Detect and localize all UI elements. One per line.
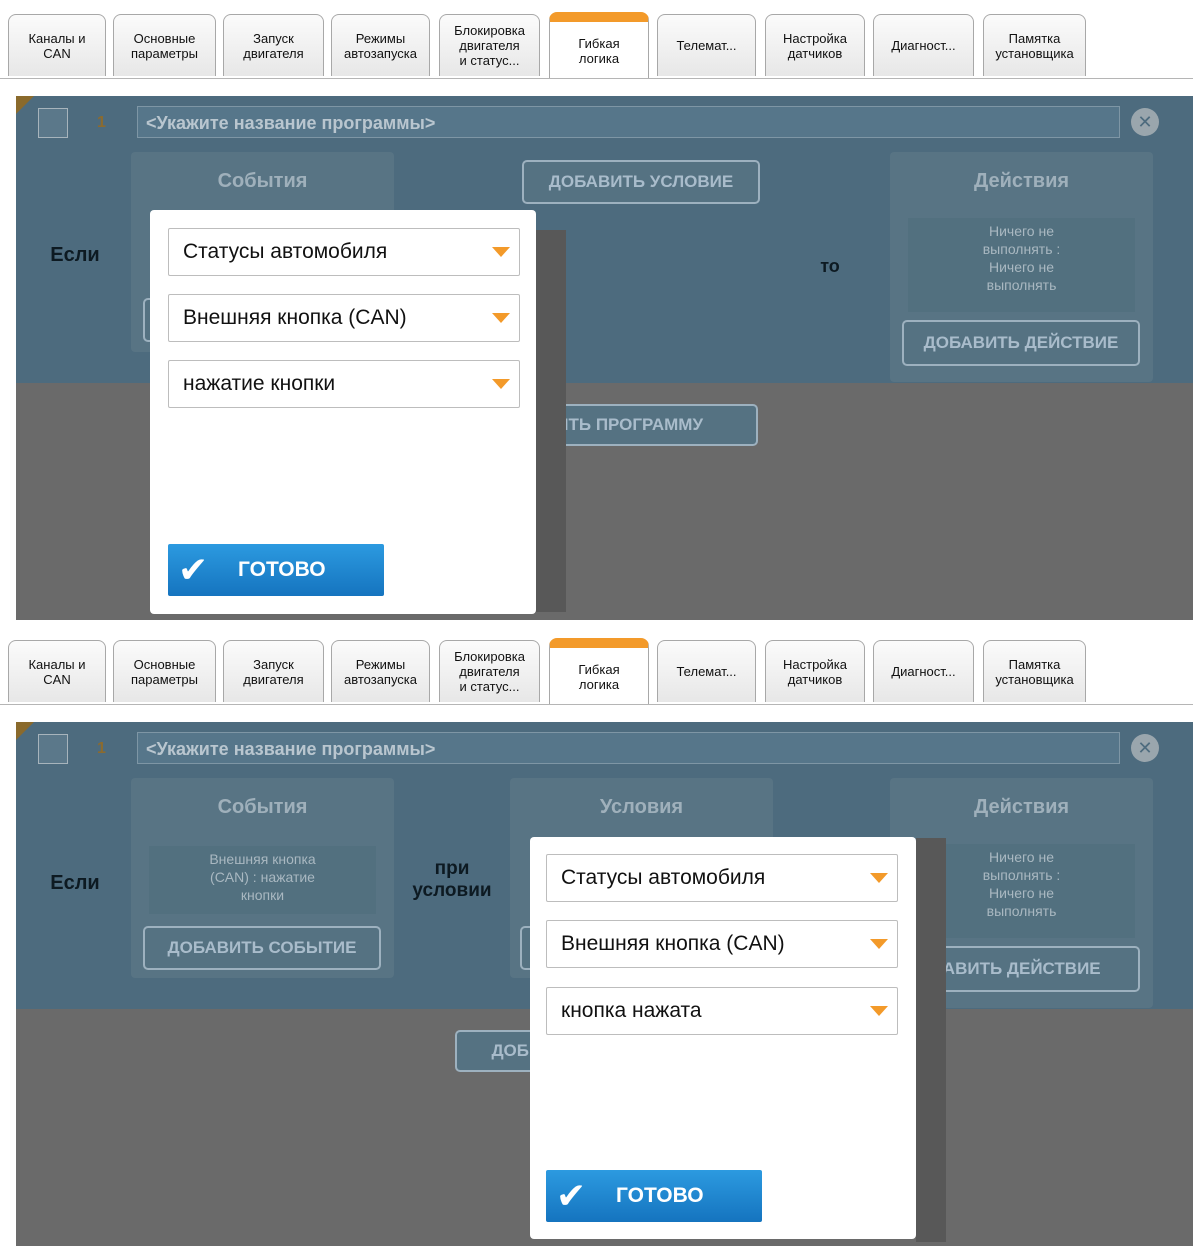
corner-marker: [16, 722, 34, 740]
done-button-label: ГОТОВО: [238, 558, 326, 581]
source-select-value: Внешняя кнопка (CAN): [561, 932, 785, 955]
done-button[interactable]: ✔ ГОТОВО: [168, 544, 384, 596]
program-checkbox[interactable]: [38, 734, 68, 764]
condition-dialog: Статусы автомобиля Внешняя кнопка (CAN) …: [530, 837, 916, 1239]
add-action-button[interactable]: ДОБАВИТЬ ДЕЙСТВИЕ: [902, 320, 1140, 366]
actions-header: Действия: [973, 796, 1070, 818]
tab-flex-logic[interactable]: Гибкая логика: [549, 12, 649, 79]
done-button[interactable]: ✔ ГОТОВО: [546, 1170, 762, 1222]
program-name-input[interactable]: <Укажите название программы>: [137, 106, 1120, 138]
events-header: События: [217, 796, 308, 818]
dropdown-arrow-icon: [870, 873, 888, 883]
screenshot-top: Каналы и CAN Основные параметры Запуск д…: [0, 0, 1193, 620]
add-program-button[interactable]: ДОБ: [455, 1030, 531, 1072]
checkmark-icon: ✔: [556, 1175, 587, 1216]
add-event-button[interactable]: ДОБАВИТЬ СОБЫТИЕ: [143, 926, 381, 970]
add-action-button[interactable]: ОБАВИТЬ ДЕЙСТВИЕ: [916, 946, 1140, 992]
conditions-header: Условия: [599, 796, 684, 818]
tab-autostart-modes[interactable]: Режимы автозапуска: [331, 640, 430, 702]
tab-engine-start[interactable]: Запуск двигателя: [223, 640, 324, 702]
tab-engine-lock[interactable]: Блокировка двигателя и статус...: [439, 640, 540, 702]
source-select-value: Внешняя кнопка (CAN): [183, 306, 407, 329]
program-checkbox[interactable]: [38, 108, 68, 138]
program-number: 1: [97, 114, 106, 131]
tab-engine-start[interactable]: Запуск двигателя: [223, 14, 324, 76]
close-icon[interactable]: ✕: [1131, 108, 1159, 136]
source-select[interactable]: Внешняя кнопка (CAN): [546, 920, 898, 968]
dropdown-arrow-icon: [492, 247, 510, 257]
tab-bar: Каналы и CAN Основные параметры Запуск д…: [0, 638, 1193, 706]
tab-divider: [0, 704, 1193, 705]
tab-telematics[interactable]: Телемат...: [657, 640, 756, 702]
tab-installer-memo[interactable]: Памятка установщика: [983, 640, 1086, 702]
dropdown-arrow-icon: [492, 379, 510, 389]
dropdown-arrow-icon: [870, 939, 888, 949]
tab-telematics[interactable]: Телемат...: [657, 14, 756, 76]
dialog-scrollbar[interactable]: [536, 230, 566, 612]
if-label: Если: [50, 872, 100, 894]
add-condition-button[interactable]: ДОБАВИТЬ УСЛОВИЕ: [522, 160, 760, 204]
tab-main-params[interactable]: Основные параметры: [113, 14, 216, 76]
done-button-label: ГОТОВО: [616, 1184, 704, 1207]
event-select[interactable]: нажатие кнопки: [168, 360, 520, 408]
category-select[interactable]: Статусы автомобиля: [546, 854, 898, 902]
close-icon[interactable]: ✕: [1131, 734, 1159, 762]
if-label: Если: [50, 244, 100, 266]
category-select-value: Статусы автомобиля: [561, 866, 766, 889]
tab-sensor-setup[interactable]: Настройка датчиков: [765, 14, 865, 76]
tab-diagnostics[interactable]: Диагност...: [873, 640, 974, 702]
add-program-button[interactable]: ВИТЬ ПРОГРАММУ: [540, 404, 758, 446]
events-summary: Внешняя кнопка (CAN) : нажатие кнопки: [149, 846, 376, 914]
event-select-value: нажатие кнопки: [183, 372, 336, 395]
category-select[interactable]: Статусы автомобиля: [168, 228, 520, 276]
tab-channels-can[interactable]: Каналы и CAN: [8, 640, 106, 702]
tab-engine-lock[interactable]: Блокировка двигателя и статус...: [439, 14, 540, 76]
program-name-input[interactable]: <Укажите название программы>: [137, 732, 1120, 764]
source-select[interactable]: Внешняя кнопка (CAN): [168, 294, 520, 342]
actions-summary: Ничего не выполнять : Ничего не выполнят…: [908, 218, 1135, 312]
screenshot-bottom: Каналы и CAN Основные параметры Запуск д…: [0, 626, 1193, 1246]
dropdown-arrow-icon: [870, 1006, 888, 1016]
tab-installer-memo[interactable]: Памятка установщика: [983, 14, 1086, 76]
condition-select[interactable]: кнопка нажата: [546, 987, 898, 1035]
tab-channels-can[interactable]: Каналы и CAN: [8, 14, 106, 76]
actions-header: Действия: [973, 170, 1070, 192]
tab-divider: [0, 78, 1193, 79]
tab-bar: Каналы и CAN Основные параметры Запуск д…: [0, 12, 1193, 80]
program-number: 1: [97, 740, 106, 757]
checkmark-icon: ✔: [178, 549, 209, 590]
tab-sensor-setup[interactable]: Настройка датчиков: [765, 640, 865, 702]
condition-label: при условии: [412, 858, 492, 901]
category-select-value: Статусы автомобиля: [183, 240, 388, 263]
then-label: то: [820, 256, 840, 276]
tab-autostart-modes[interactable]: Режимы автозапуска: [331, 14, 430, 76]
condition-select-value: кнопка нажата: [561, 999, 702, 1022]
tab-flex-logic[interactable]: Гибкая логика: [549, 638, 649, 705]
dropdown-arrow-icon: [492, 313, 510, 323]
tab-main-params[interactable]: Основные параметры: [113, 640, 216, 702]
events-header: События: [217, 170, 308, 192]
corner-marker: [16, 96, 34, 114]
tab-diagnostics[interactable]: Диагност...: [873, 14, 974, 76]
dialog-scrollbar[interactable]: [916, 838, 946, 1242]
condition-dialog: Статусы автомобиля Внешняя кнопка (CAN) …: [150, 210, 536, 614]
